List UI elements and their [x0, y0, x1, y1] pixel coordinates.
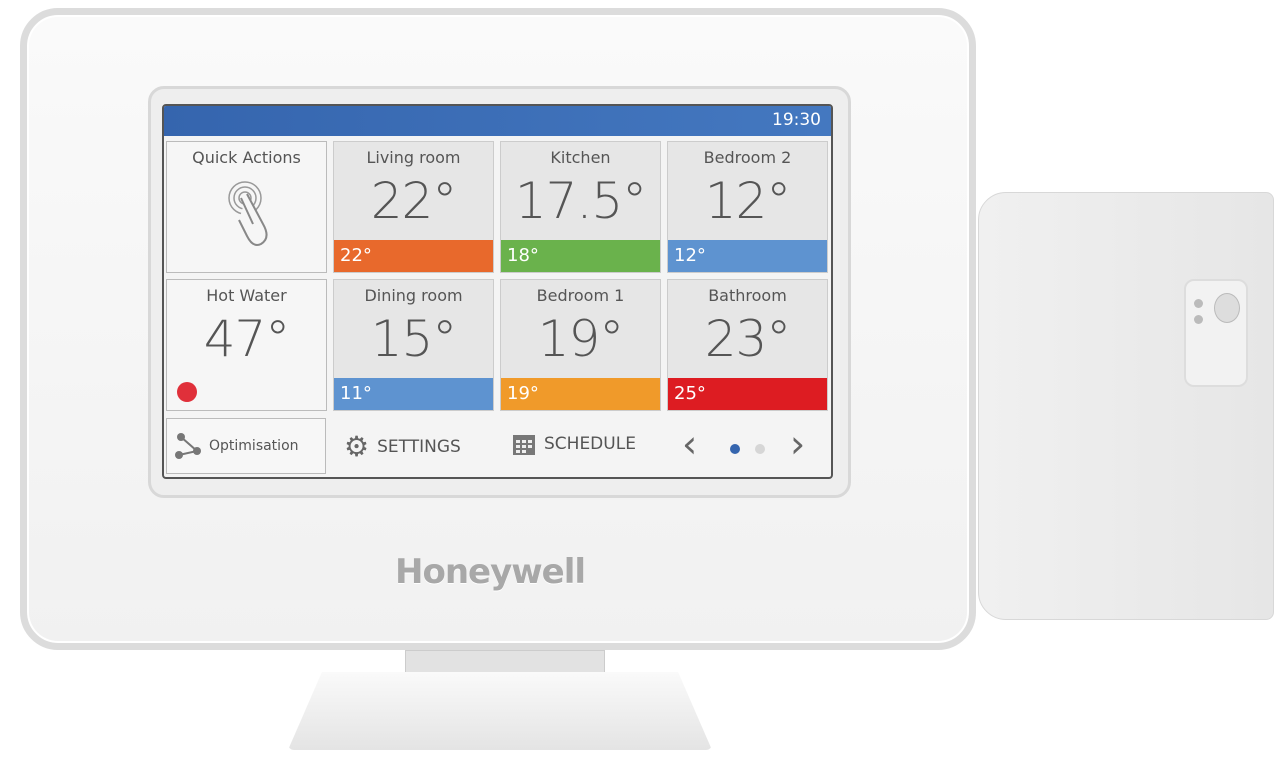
- tile-hot-water[interactable]: Hot Water 47°: [166, 279, 327, 411]
- status-dot: [177, 382, 197, 402]
- page-dot-active: [730, 444, 740, 454]
- page-dot: [755, 444, 765, 454]
- current-temp: 47°: [203, 310, 291, 368]
- zone-tile-bedroom-1[interactable]: Bedroom 1 19° 19°: [500, 279, 661, 411]
- schedule-button[interactable]: SCHEDULE: [512, 432, 636, 456]
- zone-tile-dining-room[interactable]: Dining room 15° 11°: [333, 279, 494, 411]
- next-page-button[interactable]: ›: [790, 422, 805, 466]
- setpoint-bar: 19°: [501, 378, 660, 410]
- current-temp: 23°: [704, 310, 792, 368]
- wireless-receiver: [978, 192, 1274, 620]
- bottom-bar: Optimisation ⚙ SETTINGS SCHEDULE ‹ ›: [164, 418, 831, 477]
- settings-button[interactable]: ⚙ SETTINGS: [344, 430, 461, 463]
- zone-name: Kitchen: [550, 148, 611, 167]
- optimisation-button[interactable]: Optimisation: [166, 418, 326, 474]
- zone-name: Bedroom 2: [703, 148, 792, 167]
- current-temp: 12°: [704, 172, 792, 230]
- receiver-button[interactable]: [1214, 293, 1240, 323]
- settings-label: SETTINGS: [377, 436, 461, 457]
- zone-tile-kitchen[interactable]: Kitchen 17.5° 18°: [500, 141, 661, 273]
- gear-icon: ⚙: [344, 430, 370, 463]
- setpoint-bar: 22°: [334, 240, 493, 272]
- clock: 19:30: [772, 110, 821, 130]
- touch-screen: 19:30 Quick Actions Living room 22° 22° …: [162, 104, 833, 479]
- zone-name: Bathroom: [708, 286, 787, 305]
- setpoint-bar: 25°: [668, 378, 827, 410]
- tile-quick-actions[interactable]: Quick Actions: [166, 141, 327, 273]
- touch-hand-icon: [228, 181, 268, 246]
- setpoint-bar: 11°: [334, 378, 493, 410]
- zone-name: Bedroom 1: [536, 286, 625, 305]
- network-nodes-icon: [175, 433, 201, 459]
- optimisation-label: Optimisation: [209, 438, 299, 454]
- status-bar: 19:30: [164, 106, 831, 136]
- receiver-button-panel: [1184, 279, 1248, 387]
- zone-tile-living-room[interactable]: Living room 22° 22°: [333, 141, 494, 273]
- brand-logo: Honeywell: [395, 552, 586, 592]
- current-temp: 22°: [370, 172, 458, 230]
- current-temp: 17.5°: [514, 172, 647, 230]
- calendar-icon: [513, 435, 535, 455]
- current-temp: 15°: [370, 310, 458, 368]
- setpoint-bar: 18°: [501, 240, 660, 272]
- zone-tile-bathroom[interactable]: Bathroom 23° 25°: [667, 279, 828, 411]
- tile-label: Quick Actions: [192, 148, 301, 167]
- schedule-label: SCHEDULE: [544, 434, 636, 454]
- current-temp: 19°: [537, 310, 625, 368]
- stand-base: [288, 672, 712, 750]
- setpoint-bar: 12°: [668, 240, 827, 272]
- zone-name: Dining room: [364, 286, 463, 305]
- led-icon: [1194, 315, 1203, 324]
- prev-page-button[interactable]: ‹: [682, 422, 697, 466]
- zone-name: Living room: [366, 148, 461, 167]
- zone-tile-bedroom-2[interactable]: Bedroom 2 12° 12°: [667, 141, 828, 273]
- zone-name: Hot Water: [206, 286, 287, 305]
- led-icon: [1194, 299, 1203, 308]
